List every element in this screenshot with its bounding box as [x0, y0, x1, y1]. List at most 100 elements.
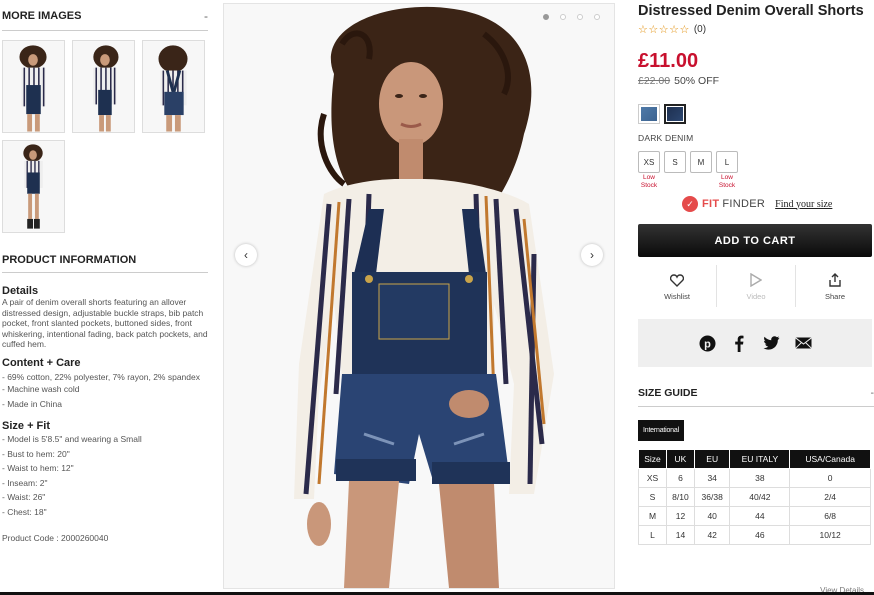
table-cell: 34: [693, 468, 731, 488]
video-button[interactable]: Video: [717, 265, 796, 307]
table-row: S 8/10 36/38 40/42 2/4: [638, 487, 871, 507]
swatch-fill: [667, 107, 683, 121]
size-guide-heading: SIZE GUIDE: [638, 387, 698, 399]
column-header: EU: [693, 449, 731, 469]
content-item: - Made in China: [2, 398, 63, 409]
divider: [2, 30, 208, 31]
content-item: - Machine wash cold: [2, 384, 80, 394]
table-cell: L: [638, 525, 667, 545]
column-header: Size: [638, 449, 667, 469]
fit-finder-label-a: FIT: [702, 198, 720, 210]
carousel-dot[interactable]: [577, 14, 583, 20]
divider: [638, 406, 874, 407]
table-header-row: Size UK EU EU ITALY USA/Canada: [638, 449, 871, 469]
current-price: £11.00: [638, 50, 699, 72]
discount-badge: 50% OFF: [674, 75, 720, 87]
table-row: XS 6 34 38 0: [638, 468, 871, 488]
column-header: UK: [665, 449, 695, 469]
color-swatch-dark-denim[interactable]: [664, 104, 686, 124]
svg-text:p: p: [704, 338, 711, 350]
prev-image-button[interactable]: ‹: [235, 244, 257, 266]
size-option: L Low Stock: [716, 151, 738, 190]
swatch-fill: [641, 107, 657, 121]
table-cell: 6: [665, 468, 695, 488]
review-count: (0): [693, 24, 707, 35]
size-button-xs[interactable]: XS: [638, 151, 660, 173]
price-row: £22.00 50% OFF: [638, 75, 874, 87]
table-cell: 6/8: [789, 506, 871, 526]
share-icon: [828, 271, 842, 289]
size-button-m[interactable]: M: [690, 151, 712, 173]
product-info-header[interactable]: PRODUCT INFORMATION: [0, 254, 210, 266]
color-swatches: [638, 104, 874, 124]
color-swatch-light-denim[interactable]: [638, 104, 660, 124]
table-cell: 44: [729, 506, 791, 526]
fit-finder-label-b: FINDER: [722, 198, 766, 210]
collapse-toggle[interactable]: -: [204, 9, 208, 23]
table-cell: XS: [638, 468, 667, 488]
size-option: S: [664, 151, 686, 190]
table-cell: 40/42: [729, 487, 791, 507]
share-button[interactable]: Share: [796, 265, 874, 307]
table-cell: 38: [729, 468, 791, 488]
thumbnail-grid: [0, 40, 210, 233]
share-label: Share: [824, 292, 845, 301]
table-cell: 12: [665, 506, 695, 526]
more-images-header[interactable]: MORE IMAGES -: [0, 9, 210, 23]
table-row: M 12 40 44 6/8: [638, 506, 871, 526]
fit-item: - Chest: 18": [2, 506, 47, 517]
content-care-title: Content + Care: [2, 356, 81, 369]
size-option: M: [690, 151, 712, 190]
heart-icon: [670, 271, 684, 289]
fit-item: - Inseam: 2": [2, 477, 48, 488]
table-cell: 14: [665, 525, 695, 545]
right-column: Distressed Denim Overall Shorts ☆☆☆☆☆ (0…: [638, 0, 874, 595]
collapse-toggle[interactable]: -: [871, 387, 874, 399]
table-cell: M: [638, 506, 667, 526]
carousel-dots: [543, 14, 600, 20]
rating[interactable]: ☆☆☆☆☆ (0): [638, 23, 874, 36]
add-to-cart-button[interactable]: ADD TO CART: [638, 224, 872, 257]
column-header: EU ITALY: [729, 449, 791, 469]
star-rating-icon: ☆☆☆☆☆: [638, 24, 690, 36]
size-guide-table: Size UK EU EU ITALY USA/Canada XS 6 34 3…: [638, 449, 871, 545]
size-button-s[interactable]: S: [664, 151, 686, 173]
table-cell: 10/12: [789, 525, 871, 545]
main-product-image: ‹ ›: [223, 3, 615, 589]
selected-color-name: DARK DENIM: [638, 133, 694, 143]
find-your-size-link[interactable]: Find your size: [775, 199, 832, 210]
next-image-button[interactable]: ›: [581, 244, 603, 266]
chevron-right-icon: ›: [590, 248, 594, 262]
thumbnail-1[interactable]: [2, 40, 65, 133]
tab-international[interactable]: International: [638, 420, 684, 441]
more-images-heading: MORE IMAGES: [2, 10, 82, 22]
size-guide-header[interactable]: SIZE GUIDE -: [638, 387, 874, 399]
model-photo: [224, 4, 614, 588]
size-button-l[interactable]: L: [716, 151, 738, 173]
carousel-dot[interactable]: [560, 14, 566, 20]
fit-item: - Waist: 26": [2, 492, 46, 502]
video-label: Video: [746, 292, 766, 301]
thumbnail-2[interactable]: [72, 40, 135, 133]
wishlist-label: Wishlist: [664, 292, 690, 301]
email-icon[interactable]: [794, 334, 812, 352]
carousel-dot[interactable]: [543, 14, 549, 20]
size-selector: XS Low Stock S M L Low Stock: [638, 151, 874, 190]
left-column: MORE IMAGES - PRODUCT INFORMATION Detail…: [0, 0, 210, 595]
low-stock-label: Low Stock: [718, 174, 736, 189]
carousel-dot[interactable]: [594, 14, 600, 20]
thumbnail-3[interactable]: [142, 40, 205, 133]
twitter-icon[interactable]: [762, 334, 780, 352]
table-cell: 2/4: [789, 487, 871, 507]
pinterest-icon[interactable]: p: [698, 334, 716, 352]
product-code: Product Code : 2000260040: [2, 533, 109, 543]
wishlist-button[interactable]: Wishlist: [638, 265, 717, 307]
table-cell: 46: [729, 525, 791, 545]
fit-finder[interactable]: ✓ FIT FINDER Find your size: [682, 196, 874, 212]
product-title: Distressed Denim Overall Shorts: [638, 3, 864, 19]
facebook-icon[interactable]: [730, 334, 748, 352]
product-info-heading: PRODUCT INFORMATION: [2, 254, 137, 266]
thumbnail-4[interactable]: [2, 140, 65, 233]
table-cell: 36/38: [693, 487, 731, 507]
table-cell: 0: [789, 468, 871, 488]
